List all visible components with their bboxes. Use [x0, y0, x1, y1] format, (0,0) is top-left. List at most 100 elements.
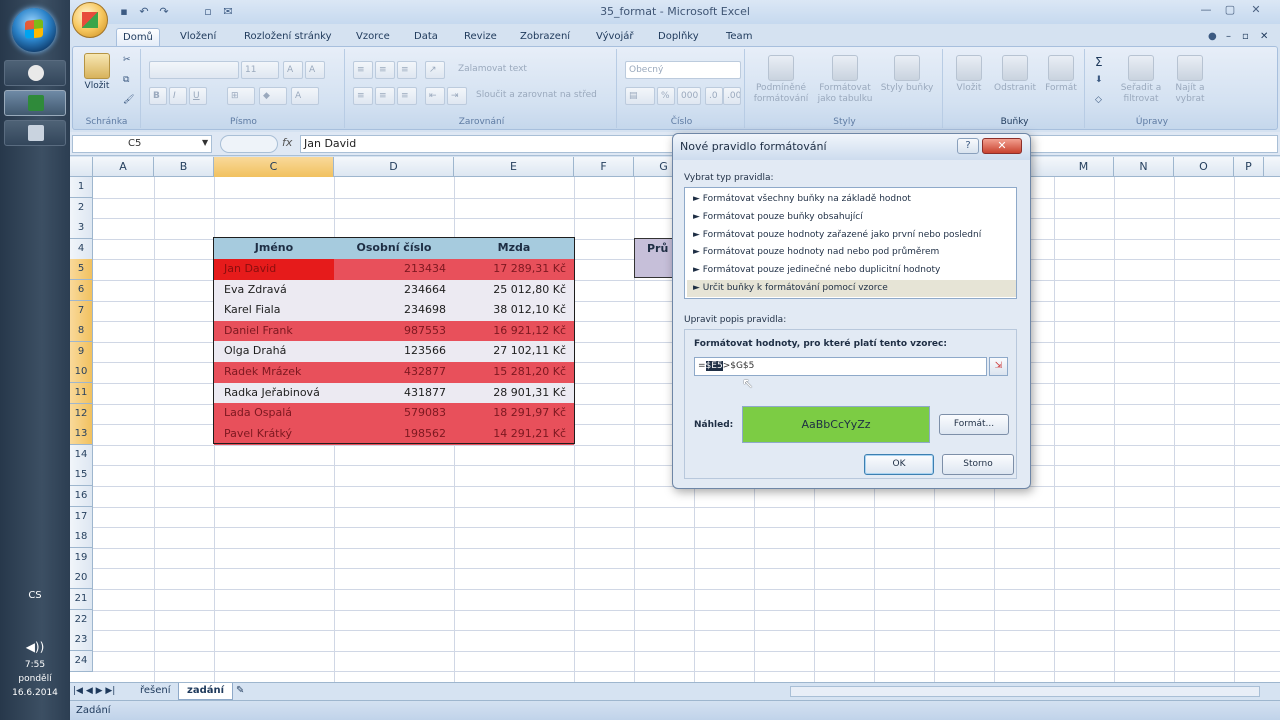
align-left-button[interactable]: ≡ — [353, 87, 373, 105]
column-header[interactable]: N — [1114, 157, 1174, 177]
formula-cancel-enter[interactable] — [220, 135, 278, 153]
format-as-table-button[interactable]: Formátovat jako tabulku — [813, 55, 877, 105]
column-header[interactable]: E — [454, 157, 574, 177]
table-cell-id[interactable]: 579083 — [334, 403, 454, 425]
name-box[interactable]: C5 — [72, 135, 212, 153]
row-header[interactable]: 10 — [70, 362, 93, 384]
rule-type-item[interactable]: ► Formátovat pouze hodnoty zařazené jako… — [693, 227, 1015, 244]
bold-button[interactable]: B — [149, 87, 167, 105]
increase-decimal-button[interactable]: .0 — [705, 87, 723, 105]
format-cells-button[interactable]: Formát — [1041, 55, 1081, 94]
cell-styles-button[interactable]: Styly buňky — [879, 55, 935, 94]
tab-revize[interactable]: Revize — [458, 28, 503, 46]
wrap-text-button[interactable]: Zalamovat text — [455, 61, 605, 79]
table-cell-id[interactable]: 234664 — [334, 279, 454, 301]
thousands-button[interactable]: 000 — [677, 87, 701, 105]
row-header[interactable]: 19 — [70, 547, 93, 569]
grow-font-button[interactable]: A — [283, 61, 303, 79]
font-size-select[interactable]: 11 — [241, 61, 279, 79]
rule-type-item[interactable]: ► Formátovat pouze buňky obsahující — [693, 209, 1015, 226]
column-header[interactable]: F — [574, 157, 634, 177]
table-cell-name[interactable]: Pavel Krátký — [214, 423, 334, 445]
row-header[interactable]: 20 — [70, 568, 93, 590]
paste-button[interactable]: Vložit — [77, 53, 117, 92]
row-header[interactable]: 11 — [70, 383, 93, 404]
conditional-formatting-button[interactable]: Podmíněné formátování — [751, 55, 811, 105]
table-cell-name[interactable]: Radek Mrázek — [214, 362, 334, 383]
row-header[interactable]: 14 — [70, 444, 93, 466]
row-header[interactable]: 8 — [70, 321, 93, 343]
sheet-nav-arrows[interactable]: |◀ ◀ ▶ ▶| — [70, 683, 118, 700]
row-header[interactable]: 1 — [70, 177, 93, 198]
tab-data[interactable]: Data — [408, 28, 444, 46]
column-header[interactable]: O — [1174, 157, 1234, 177]
row-header[interactable]: 9 — [70, 341, 93, 363]
align-bottom-button[interactable]: ≡ — [397, 61, 417, 79]
table-header-id[interactable]: Osobní číslo — [334, 238, 454, 259]
table-cell-id[interactable]: 234698 — [334, 300, 454, 322]
table-cell-salary[interactable]: 38 012,10 Kč — [454, 300, 574, 322]
table-cell-name[interactable]: Olga Drahá — [214, 341, 334, 363]
table-cell-salary[interactable]: 14 291,21 Kč — [454, 423, 574, 445]
percent-button[interactable]: % — [657, 87, 675, 105]
delete-cells-button[interactable]: Odstranit — [991, 55, 1039, 94]
email-icon[interactable]: ✉ — [220, 4, 236, 20]
table-cell-name[interactable]: Radka Jeřabinová — [214, 382, 334, 404]
row-header[interactable]: 2 — [70, 197, 93, 219]
borders-button[interactable]: ⊞ — [227, 87, 255, 105]
ribbon-minimize-button[interactable]: – — [1220, 28, 1237, 46]
taskbar-excel-button[interactable] — [4, 90, 66, 116]
tab-vyvojar[interactable]: Vývojář — [590, 28, 640, 46]
table-header-name[interactable]: Jméno — [214, 238, 334, 259]
font-color-button[interactable]: A — [291, 87, 319, 105]
table-cell-salary[interactable]: 25 012,80 Kč — [454, 279, 574, 301]
format-painter-icon[interactable]: 🖌 — [123, 95, 134, 105]
chevron-down-icon[interactable]: ▼ — [202, 138, 208, 147]
tab-domu[interactable]: Domů — [116, 28, 160, 46]
cancel-button[interactable]: Storno — [942, 454, 1014, 475]
undo-icon[interactable]: ↶ — [136, 4, 152, 20]
table-cell-id[interactable]: 123566 — [334, 341, 454, 363]
table-cell-salary[interactable]: 17 289,31 Kč — [454, 259, 574, 280]
rule-type-item[interactable]: ► Formátovat pouze hodnoty nad nebo pod … — [693, 244, 1015, 261]
tab-vlozeni[interactable]: Vložení — [174, 28, 222, 46]
row-header[interactable]: 15 — [70, 465, 93, 487]
taskbar-app-button[interactable] — [4, 60, 66, 86]
align-center-button[interactable]: ≡ — [375, 87, 395, 105]
volume-icon[interactable]: ◀)) — [0, 640, 70, 654]
ribbon-restore-button[interactable]: ▫ — [1236, 28, 1255, 46]
office-button[interactable] — [72, 2, 108, 38]
dialog-help-button[interactable]: ? — [957, 138, 979, 154]
orientation-button[interactable]: ↗ — [425, 61, 445, 79]
fill-icon[interactable]: ⬇ — [1095, 75, 1103, 85]
decrease-indent-button[interactable]: ⇤ — [425, 87, 445, 105]
clock-time[interactable]: 7:55 — [0, 660, 70, 670]
fill-color-button[interactable]: ◆ — [259, 87, 287, 105]
print-preview-icon[interactable]: ▫ — [200, 4, 216, 20]
underline-button[interactable]: U — [189, 87, 207, 105]
row-header[interactable]: 23 — [70, 630, 93, 652]
italic-button[interactable]: I — [169, 87, 187, 105]
table-cell-salary[interactable]: 18 291,97 Kč — [454, 403, 574, 425]
column-header[interactable]: M — [1054, 157, 1114, 177]
tab-team[interactable]: Team — [720, 28, 758, 46]
tab-zobrazeni[interactable]: Zobrazení — [514, 28, 576, 46]
row-header[interactable]: 13 — [70, 424, 93, 446]
table-cell-name[interactable]: Lada Ospalá — [214, 403, 334, 425]
minimize-button[interactable]: — — [1194, 2, 1218, 18]
maximize-button[interactable]: ▢ — [1218, 2, 1242, 18]
table-cell-id[interactable]: 213434 — [334, 259, 454, 280]
formula-field[interactable]: =$E5>$G$5 — [694, 357, 987, 376]
table-header-salary[interactable]: Mzda — [454, 238, 574, 259]
select-all-corner[interactable] — [70, 157, 93, 177]
find-select-button[interactable]: Najít a vybrat — [1167, 55, 1213, 105]
tab-vzorce[interactable]: Vzorce — [350, 28, 396, 46]
row-header[interactable]: 7 — [70, 300, 93, 322]
table-cell-salary[interactable]: 16 921,12 Kč — [454, 320, 574, 342]
font-name-select[interactable] — [149, 61, 239, 79]
close-window-button[interactable]: ✕ — [1244, 2, 1268, 18]
shrink-font-button[interactable]: A — [305, 61, 325, 79]
copy-icon[interactable]: ⧉ — [123, 75, 129, 85]
row-header[interactable]: 3 — [70, 218, 93, 240]
row-header[interactable]: 16 — [70, 486, 93, 507]
